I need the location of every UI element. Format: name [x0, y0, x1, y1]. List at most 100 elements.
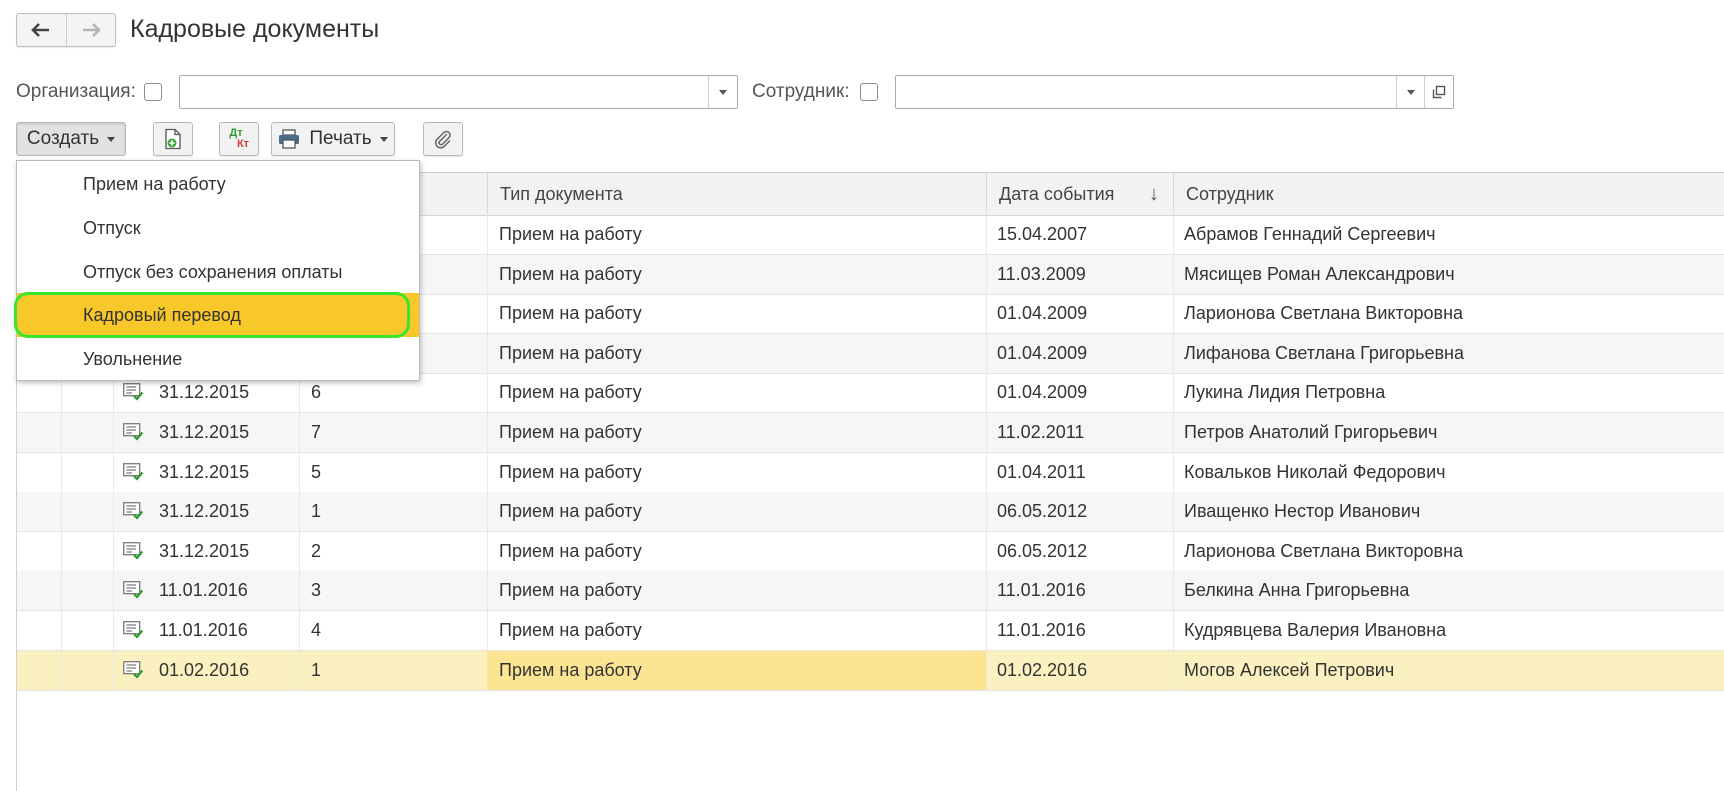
- column-divider: [1173, 294, 1174, 334]
- menu-item-transfer[interactable]: Кадровый перевод: [17, 293, 419, 338]
- employee-open-button[interactable]: [1424, 76, 1453, 108]
- employee-cell: Мясищев Роман Александрович: [1184, 263, 1455, 284]
- menu-item-hire[interactable]: Прием на работу: [17, 162, 419, 206]
- employee-label: Сотрудник:: [752, 81, 850, 102]
- table-row[interactable]: 11.01.2016 3 Прием на работу 11.01.2016 Белк…: [17, 571, 1724, 612]
- dtkt-button[interactable]: Дт Кт: [219, 122, 259, 156]
- column-divider: [986, 294, 987, 334]
- employee-field[interactable]: [895, 75, 1454, 109]
- document-type-cell: Прием на работу: [499, 422, 642, 442]
- posted-document-icon: [123, 423, 143, 441]
- table-row[interactable]: 31.12.2015 7 Прием на работу 11.02.2011 Петр…: [17, 413, 1724, 453]
- arrow-right-icon: [82, 23, 101, 37]
- organization-dropdown-button[interactable]: [708, 76, 737, 108]
- back-button[interactable]: [17, 14, 66, 46]
- navigation-buttons: [16, 13, 116, 47]
- chevron-down-icon: [107, 136, 116, 142]
- column-divider: [986, 452, 987, 492]
- column-divider: [113, 650, 114, 690]
- column-header-event-date[interactable]: Дата события ↓: [986, 173, 1173, 215]
- create-button-label: Создать: [26, 128, 100, 149]
- paperclip-icon: [435, 130, 451, 149]
- attach-button[interactable]: [423, 122, 463, 156]
- employee-cell: Лифанова Светлана Григорьевна: [1184, 342, 1464, 363]
- posted-document-icon: [123, 541, 143, 560]
- create-based-on-button[interactable]: [153, 122, 193, 156]
- column-divider: [1173, 650, 1174, 690]
- column-header-employee[interactable]: Сотрудник: [1173, 173, 1724, 215]
- create-button[interactable]: Создать: [16, 122, 126, 156]
- event-date-cell: 01.04.2011: [997, 461, 1086, 482]
- document-type-cell: Прием на работу: [499, 263, 642, 284]
- employee-cell: Лукина Лидия Петровна: [1184, 382, 1386, 403]
- column-divider: [1173, 452, 1174, 492]
- menu-item-vacation[interactable]: Отпуск: [17, 206, 419, 250]
- number-cell: 4: [311, 620, 322, 640]
- table-row[interactable]: 31.12.2015 2 Прием на работу 06.05.2012 Лари…: [17, 531, 1724, 572]
- column-divider: [61, 413, 62, 452]
- column-divider: [1173, 373, 1174, 413]
- document-type-cell: Прием на работу: [499, 224, 642, 244]
- column-header-event-date-label: Дата события: [999, 184, 1115, 204]
- column-divider: [61, 571, 62, 611]
- page-title: Кадровые документы: [130, 15, 380, 43]
- event-date-cell: 11.03.2009: [997, 263, 1086, 284]
- column-divider: [986, 333, 987, 373]
- number-cell: 3: [311, 580, 322, 601]
- chevron-down-icon: [379, 136, 388, 142]
- organization-filter-checkbox[interactable]: [144, 83, 162, 101]
- menu-item-unpaid-leave[interactable]: Отпуск без сохранения оплаты: [17, 250, 419, 294]
- column-divider: [299, 492, 300, 532]
- document-type-cell: Прием на работу: [499, 461, 642, 482]
- date-cell: 11.01.2016: [159, 580, 248, 601]
- column-divider: [986, 215, 987, 254]
- menu-item-dismissal[interactable]: Увольнение: [17, 337, 419, 381]
- column-divider: [113, 413, 114, 452]
- column-divider: [1173, 611, 1174, 650]
- event-date-cell: 11.01.2016: [997, 620, 1086, 640]
- arrow-left-icon: [31, 23, 50, 37]
- document-type-cell: Прием на работу: [487, 650, 986, 690]
- column-divider: [113, 611, 114, 650]
- dtkt-icon: Дт Кт: [229, 128, 249, 150]
- column-divider: [986, 531, 987, 571]
- forward-button[interactable]: [65, 14, 116, 46]
- employee-filter-checkbox[interactable]: [860, 83, 878, 101]
- column-divider: [1173, 254, 1174, 294]
- table-row[interactable]: 11.01.2016 4 Прием на работу 11.01.2016 Кудр…: [17, 611, 1724, 651]
- employee-cell: Белкина Анна Григорьевна: [1184, 580, 1410, 601]
- date-cell: 31.12.2015: [159, 422, 250, 442]
- column-divider: [1173, 215, 1174, 254]
- print-button[interactable]: Печать: [271, 122, 395, 156]
- document-type-cell: Прием на работу: [499, 342, 642, 363]
- table-row[interactable]: 31.12.2015 1 Прием на работу 06.05.2012 Иващ…: [17, 492, 1724, 533]
- column-divider: [986, 650, 987, 690]
- event-date-cell: 01.02.2016: [997, 659, 1088, 680]
- chevron-down-icon: [1407, 89, 1415, 95]
- employee-dropdown-button[interactable]: [1396, 76, 1425, 108]
- column-header-document-type[interactable]: Тип документа: [487, 173, 986, 215]
- event-date-cell: 11.02.2011: [997, 422, 1085, 442]
- employee-cell: Иващенко Нестор Иванович: [1184, 501, 1421, 522]
- date-cell: 11.01.2016: [159, 620, 248, 640]
- table-row[interactable]: 01.02.2016 1 Прием на работу 01.02.2016 Мого…: [17, 650, 1724, 691]
- column-divider: [299, 571, 300, 611]
- column-divider: [1173, 571, 1174, 611]
- organization-field[interactable]: [179, 75, 738, 109]
- column-divider: [61, 611, 62, 650]
- employee-cell: Абрамов Геннадий Сергеевич: [1184, 224, 1436, 244]
- number-cell: 5: [311, 461, 322, 482]
- employee-cell: Ларионова Светлана Викторовна: [1184, 303, 1464, 324]
- chevron-down-icon: [719, 89, 727, 95]
- number-cell: 1: [311, 501, 322, 522]
- document-type-cell: Прием на работу: [499, 580, 642, 601]
- event-date-cell: 01.04.2009: [997, 382, 1088, 403]
- number-cell: 2: [311, 540, 322, 561]
- document-type-cell: Прием на работу: [499, 382, 642, 403]
- number-cell: 7: [311, 422, 322, 442]
- posted-document-icon: [123, 462, 143, 481]
- table-row[interactable]: 31.12.2015 5 Прием на работу 01.04.2011 Кова…: [17, 452, 1724, 493]
- posted-document-icon: [123, 621, 143, 639]
- event-date-cell: 06.05.2012: [997, 540, 1088, 561]
- employee-cell: Могов Алексей Петрович: [1184, 659, 1395, 680]
